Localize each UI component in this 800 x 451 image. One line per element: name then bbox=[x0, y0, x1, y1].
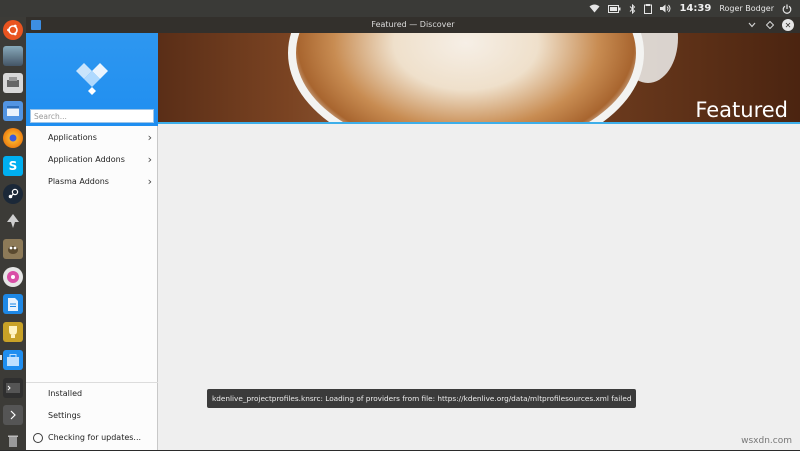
window-manager-icon[interactable] bbox=[3, 101, 23, 121]
sidebar-item-installed[interactable]: Installed bbox=[26, 383, 158, 405]
sidebar-bottom: Installed Settings Checking for updates.… bbox=[26, 382, 158, 449]
clock[interactable]: 14:39 bbox=[679, 3, 711, 14]
terminal-icon[interactable] bbox=[3, 378, 23, 398]
update-status-icon bbox=[33, 433, 43, 443]
featured-banner: Featured bbox=[158, 33, 800, 124]
bluetooth-icon[interactable] bbox=[629, 4, 636, 14]
chevron-right-icon: › bbox=[148, 149, 152, 171]
document-icon[interactable] bbox=[3, 294, 23, 314]
window-titlebar[interactable]: Featured — Discover ✕ bbox=[26, 17, 800, 33]
banner-coffee-image bbox=[296, 33, 636, 124]
close-icon[interactable]: ✕ bbox=[782, 19, 794, 31]
ubuntu-logo-icon[interactable] bbox=[3, 20, 23, 40]
expand-launcher-icon[interactable] bbox=[3, 405, 23, 425]
sidebar-item-applications[interactable]: Applications › bbox=[26, 127, 158, 149]
window-controls: ✕ bbox=[746, 19, 794, 31]
disc-burner-icon[interactable] bbox=[3, 267, 23, 287]
update-status[interactable]: Checking for updates... bbox=[26, 427, 158, 449]
sidebar: Applications › Application Addons › Plas… bbox=[26, 33, 158, 450]
error-notification: kdenlive_projectprofiles.knsrc: Loading … bbox=[207, 389, 636, 408]
sidebar-item-application-addons[interactable]: Application Addons › bbox=[26, 149, 158, 171]
gimp-icon[interactable] bbox=[3, 239, 23, 259]
wifi-icon[interactable] bbox=[589, 4, 600, 13]
clipboard-icon[interactable] bbox=[644, 4, 652, 14]
maximize-icon[interactable] bbox=[764, 19, 776, 31]
sidebar-item-label: Installed bbox=[48, 389, 82, 398]
sidebar-item-plasma-addons[interactable]: Plasma Addons › bbox=[26, 171, 158, 193]
volume-icon[interactable] bbox=[660, 4, 671, 13]
update-status-label: Checking for updates... bbox=[48, 433, 141, 442]
launcher-dock: S bbox=[0, 17, 26, 450]
sidebar-item-settings[interactable]: Settings bbox=[26, 405, 158, 427]
power-icon[interactable] bbox=[782, 4, 792, 14]
main-content: Featured bbox=[158, 33, 800, 450]
search-input[interactable] bbox=[30, 109, 154, 123]
sidebar-item-label: Plasma Addons bbox=[48, 177, 109, 186]
system-tray: 14:39 Roger Bodger bbox=[589, 0, 792, 17]
inkscape-icon[interactable] bbox=[3, 211, 23, 231]
trash-icon[interactable] bbox=[3, 431, 23, 451]
game-trophy-icon[interactable] bbox=[3, 322, 23, 342]
sidebar-item-label: Applications bbox=[48, 133, 97, 142]
steam-icon[interactable] bbox=[3, 184, 23, 204]
banner-accent-line bbox=[158, 122, 800, 124]
chevron-right-icon: › bbox=[148, 127, 152, 149]
firefox-icon[interactable] bbox=[3, 128, 23, 148]
image-viewer-icon[interactable] bbox=[3, 46, 23, 66]
skype-icon[interactable]: S bbox=[3, 156, 23, 176]
battery-icon[interactable] bbox=[608, 5, 621, 13]
chevron-right-icon: › bbox=[148, 171, 152, 193]
discover-icon[interactable] bbox=[3, 350, 23, 370]
user-name[interactable]: Roger Bodger bbox=[719, 4, 774, 13]
page-title: Featured bbox=[695, 98, 788, 122]
minimize-icon[interactable] bbox=[746, 19, 758, 31]
sidebar-nav: Applications › Application Addons › Plas… bbox=[26, 127, 158, 193]
sidebar-item-label: Settings bbox=[48, 411, 81, 420]
discover-logo-icon bbox=[70, 51, 120, 105]
scanner-icon[interactable] bbox=[3, 73, 23, 93]
window-title: Featured — Discover bbox=[26, 17, 800, 33]
sidebar-item-label: Application Addons bbox=[48, 155, 125, 164]
system-top-bar: 14:39 Roger Bodger bbox=[0, 0, 800, 17]
running-indicator bbox=[0, 355, 2, 360]
watermark: wsxdn.com bbox=[741, 436, 792, 446]
sidebar-header bbox=[26, 33, 158, 126]
